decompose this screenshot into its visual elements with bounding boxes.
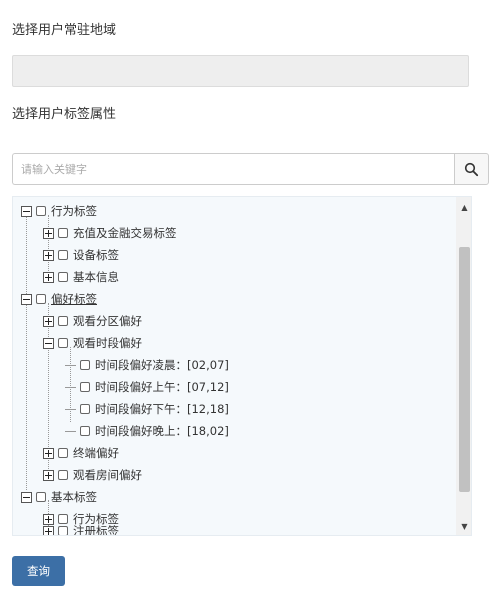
node-label: 设备标签 bbox=[73, 248, 119, 262]
tree-node-time-morning[interactable]: 时间段偏好上午：[07,12] bbox=[65, 377, 229, 397]
node-label: 时间段偏好下午：[12,18] bbox=[95, 402, 229, 416]
expand-icon[interactable] bbox=[43, 447, 54, 459]
search-icon bbox=[464, 162, 479, 176]
tree-node-behavior[interactable]: 行为标签 bbox=[21, 201, 97, 221]
tree-node-basic[interactable]: 基本标签 bbox=[21, 487, 97, 507]
tree-node-time-evening[interactable]: 时间段偏好晚上：[18,02] bbox=[65, 421, 229, 441]
checkbox[interactable] bbox=[58, 272, 68, 282]
node-label: 行为标签 bbox=[51, 204, 97, 218]
checkbox[interactable] bbox=[36, 492, 46, 502]
expand-icon[interactable] bbox=[43, 315, 54, 327]
node-label: 观看分区偏好 bbox=[73, 314, 142, 328]
tree-connector bbox=[65, 364, 76, 366]
checkbox[interactable] bbox=[36, 294, 46, 304]
tree-connector bbox=[65, 430, 76, 432]
checkbox[interactable] bbox=[58, 448, 68, 458]
node-label: 时间段偏好上午：[07,12] bbox=[95, 380, 229, 394]
checkbox[interactable] bbox=[80, 360, 90, 370]
checkbox[interactable] bbox=[80, 404, 90, 414]
collapse-icon[interactable] bbox=[21, 205, 32, 217]
region-label: 选择用户常驻地域 bbox=[12, 23, 117, 38]
tree-scrollbar[interactable]: ▲ ▼ bbox=[456, 197, 471, 535]
checkbox[interactable] bbox=[58, 338, 68, 348]
scroll-thumb[interactable] bbox=[459, 247, 470, 492]
node-label: 观看时段偏好 bbox=[73, 336, 142, 350]
expand-icon[interactable] bbox=[43, 227, 54, 239]
node-label: 充值及金融交易标签 bbox=[73, 226, 177, 240]
tree-node-zone-pref[interactable]: 观看分区偏好 bbox=[43, 311, 142, 331]
tree-connector bbox=[26, 215, 27, 490]
checkbox[interactable] bbox=[58, 250, 68, 260]
collapse-icon[interactable] bbox=[21, 491, 32, 503]
checkbox[interactable] bbox=[58, 470, 68, 480]
node-label: 观看房间偏好 bbox=[73, 468, 142, 482]
tree-node-preference[interactable]: 偏好标签 bbox=[21, 289, 97, 309]
checkbox[interactable] bbox=[80, 426, 90, 436]
tree-node-time-pref[interactable]: 观看时段偏好 bbox=[43, 333, 142, 353]
tree-node-device[interactable]: 设备标签 bbox=[43, 245, 119, 265]
region-select[interactable] bbox=[12, 55, 469, 87]
tree-node-register[interactable]: 注册标签 bbox=[43, 521, 119, 536]
search-bar bbox=[12, 153, 489, 185]
search-button[interactable] bbox=[454, 153, 489, 185]
tag-tree: 行为标签 充值及金融交易标签 设备标签 基本信息 偏好标签 观看分区偏好 观看时… bbox=[12, 196, 472, 536]
tree-node-time-afternoon[interactable]: 时间段偏好下午：[12,18] bbox=[65, 399, 229, 419]
tree-node-terminal-pref[interactable]: 终端偏好 bbox=[43, 443, 119, 463]
node-label: 注册标签 bbox=[73, 524, 119, 536]
checkbox[interactable] bbox=[36, 206, 46, 216]
tree-connector bbox=[65, 408, 76, 410]
query-button[interactable]: 查询 bbox=[12, 556, 65, 586]
node-label: 基本信息 bbox=[73, 270, 119, 284]
checkbox[interactable] bbox=[58, 526, 68, 535]
checkbox[interactable] bbox=[58, 316, 68, 326]
attribute-label: 选择用户标签属性 bbox=[12, 107, 117, 122]
collapse-icon[interactable] bbox=[43, 337, 54, 349]
checkbox[interactable] bbox=[80, 382, 90, 392]
expand-icon[interactable] bbox=[43, 469, 54, 481]
expand-icon[interactable] bbox=[43, 525, 54, 535]
tree-node-room-pref[interactable]: 观看房间偏好 bbox=[43, 465, 142, 485]
node-label: 终端偏好 bbox=[73, 446, 119, 460]
tree-node-recharge[interactable]: 充值及金融交易标签 bbox=[43, 223, 177, 243]
collapse-icon[interactable] bbox=[21, 293, 32, 305]
expand-icon[interactable] bbox=[43, 271, 54, 283]
node-label: 偏好标签 bbox=[51, 292, 97, 306]
node-label: 时间段偏好凌晨：[02,07] bbox=[95, 358, 229, 372]
tree-node-basic-info[interactable]: 基本信息 bbox=[43, 267, 119, 287]
scroll-down-icon[interactable]: ▼ bbox=[456, 518, 471, 535]
expand-icon[interactable] bbox=[43, 249, 54, 261]
scroll-up-icon[interactable]: ▲ bbox=[456, 199, 471, 216]
tree-node-time-dawn[interactable]: 时间段偏好凌晨：[02,07] bbox=[65, 355, 229, 375]
search-input[interactable] bbox=[12, 153, 454, 185]
checkbox[interactable] bbox=[58, 228, 68, 238]
node-label: 基本标签 bbox=[51, 490, 97, 504]
node-label: 时间段偏好晚上：[18,02] bbox=[95, 424, 229, 438]
tree-connector bbox=[65, 386, 76, 388]
